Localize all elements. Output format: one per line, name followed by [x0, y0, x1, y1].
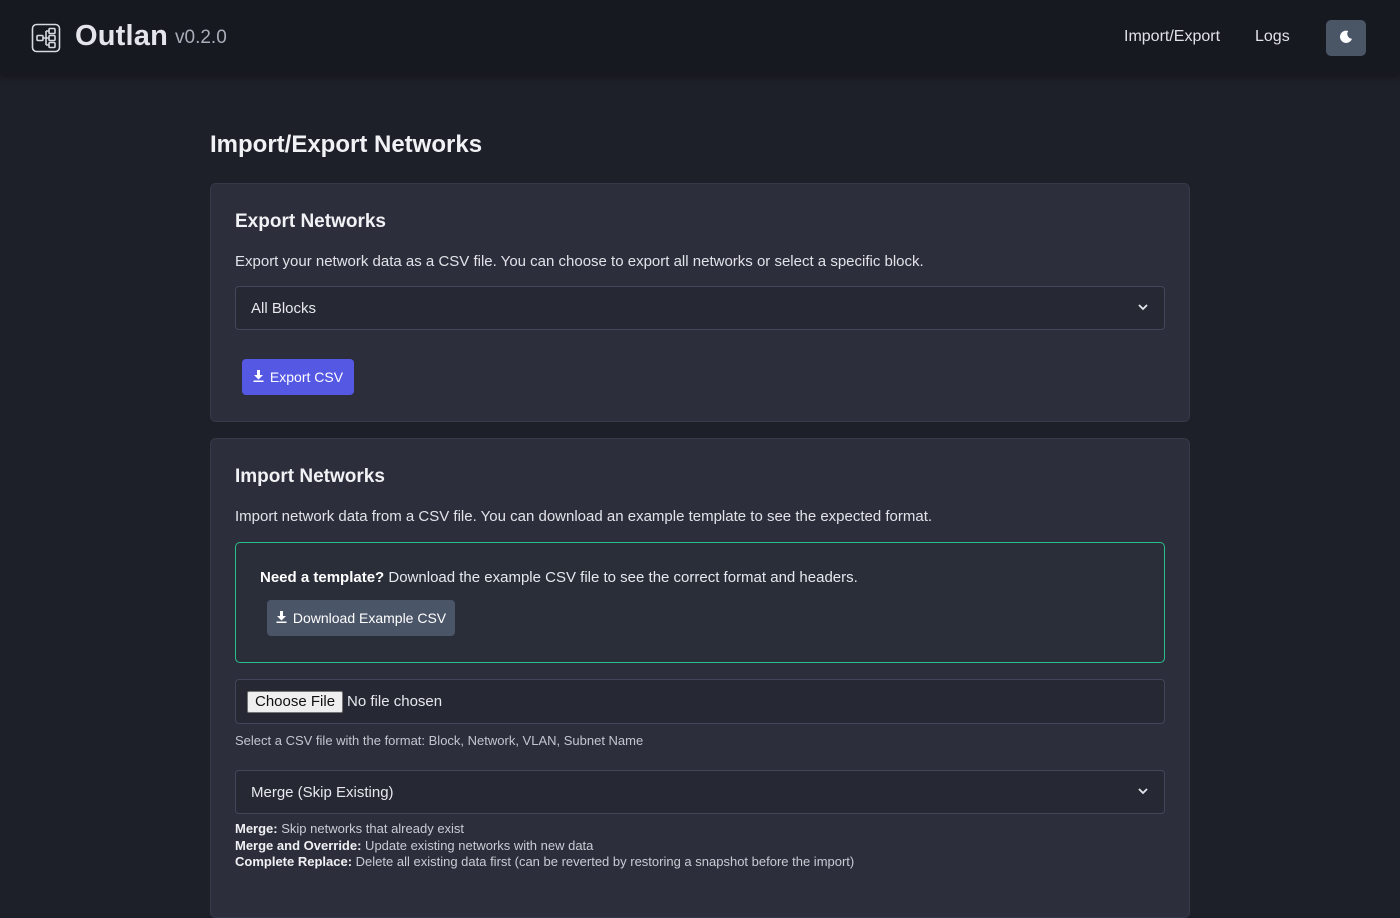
template-prompt-bold: Need a template?: [260, 569, 385, 586]
export-section-description: Export your network data as a CSV file. …: [235, 253, 924, 270]
import-mode-value: Merge (Skip Existing): [251, 783, 394, 801]
file-status: No file chosen: [347, 693, 443, 710]
choose-file-button[interactable]: Choose File: [247, 690, 344, 713]
page-title: Import/Export Networks: [210, 131, 483, 158]
import-mode-notes: Merge: Skip networks that already exist …: [235, 821, 854, 871]
theme-toggle-button[interactable]: [1326, 20, 1366, 56]
download-example-label: Download Example CSV: [292, 610, 447, 626]
top-navbar: Outlan v0.2.0 Import/Export Logs: [0, 0, 1400, 75]
nav-link-import-export[interactable]: Import/Export: [1124, 28, 1220, 46]
mode-note-text: Update existing networks with new data: [361, 837, 594, 853]
network-diagram-icon[interactable]: [31, 23, 61, 53]
template-prompt: Need a template? Download the example CS…: [260, 569, 858, 586]
export-csv-button[interactable]: Export CSV: [242, 359, 354, 395]
mode-note-term: Complete Replace:: [235, 854, 353, 869]
import-section-description: Import network data from a CSV file. You…: [235, 508, 933, 525]
export-section-title: Export Networks: [235, 211, 386, 232]
export-csv-label: Export CSV: [269, 369, 344, 385]
download-example-csv-button[interactable]: Download Example CSV: [267, 600, 455, 636]
brand-name[interactable]: Outlan: [75, 20, 168, 53]
nav-link-logs[interactable]: Logs: [1255, 28, 1290, 46]
mode-note-merge-override: Merge and Override: Update existing netw…: [235, 838, 854, 855]
mode-note-term: Merge and Override:: [235, 837, 362, 853]
mode-note-merge: Merge: Skip networks that already exist: [235, 821, 854, 838]
mode-note-complete-replace: Complete Replace: Delete all existing da…: [235, 854, 854, 871]
download-icon: [253, 369, 264, 385]
import-section-title: Import Networks: [235, 466, 385, 487]
moon-icon: [1339, 30, 1353, 47]
file-format-help: Select a CSV file with the format: Block…: [235, 733, 644, 748]
mode-note-text: Skip networks that already exist: [277, 821, 465, 836]
template-prompt-text: Download the example CSV file to see the…: [384, 569, 858, 586]
csv-file-input[interactable]: Choose File No file chosen: [235, 679, 1165, 724]
download-icon: [276, 610, 287, 626]
app-version: v0.2.0: [175, 27, 227, 48]
import-mode-select[interactable]: Merge (Skip Existing): [235, 770, 1165, 814]
export-card: Export Networks Export your network data…: [210, 183, 1190, 422]
template-callout: Need a template? Download the example CS…: [235, 542, 1165, 663]
block-select[interactable]: All Blocks: [235, 286, 1165, 330]
import-card: Import Networks Import network data from…: [210, 438, 1190, 918]
chevron-down-icon: [1137, 784, 1149, 801]
mode-note-term: Merge:: [235, 821, 278, 836]
chevron-down-icon: [1137, 300, 1149, 317]
mode-note-text: Delete all existing data first (can be r…: [352, 854, 855, 869]
block-select-value: All Blocks: [251, 299, 317, 317]
